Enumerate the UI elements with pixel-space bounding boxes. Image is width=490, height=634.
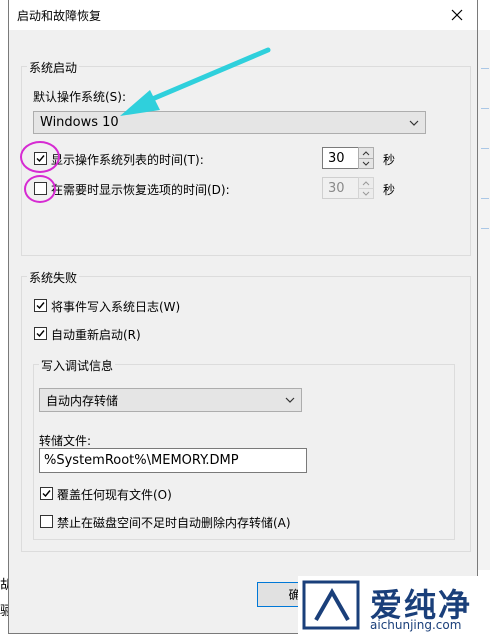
watermark-logo-icon: [302, 580, 360, 630]
annotation-arrow: [120, 47, 271, 116]
watermark: 爱纯净 aichunjing.com: [298, 576, 490, 634]
watermark-url: aichunjing.com: [370, 618, 462, 632]
annotation-circle: [24, 175, 56, 203]
annotation-circle: [20, 141, 60, 173]
